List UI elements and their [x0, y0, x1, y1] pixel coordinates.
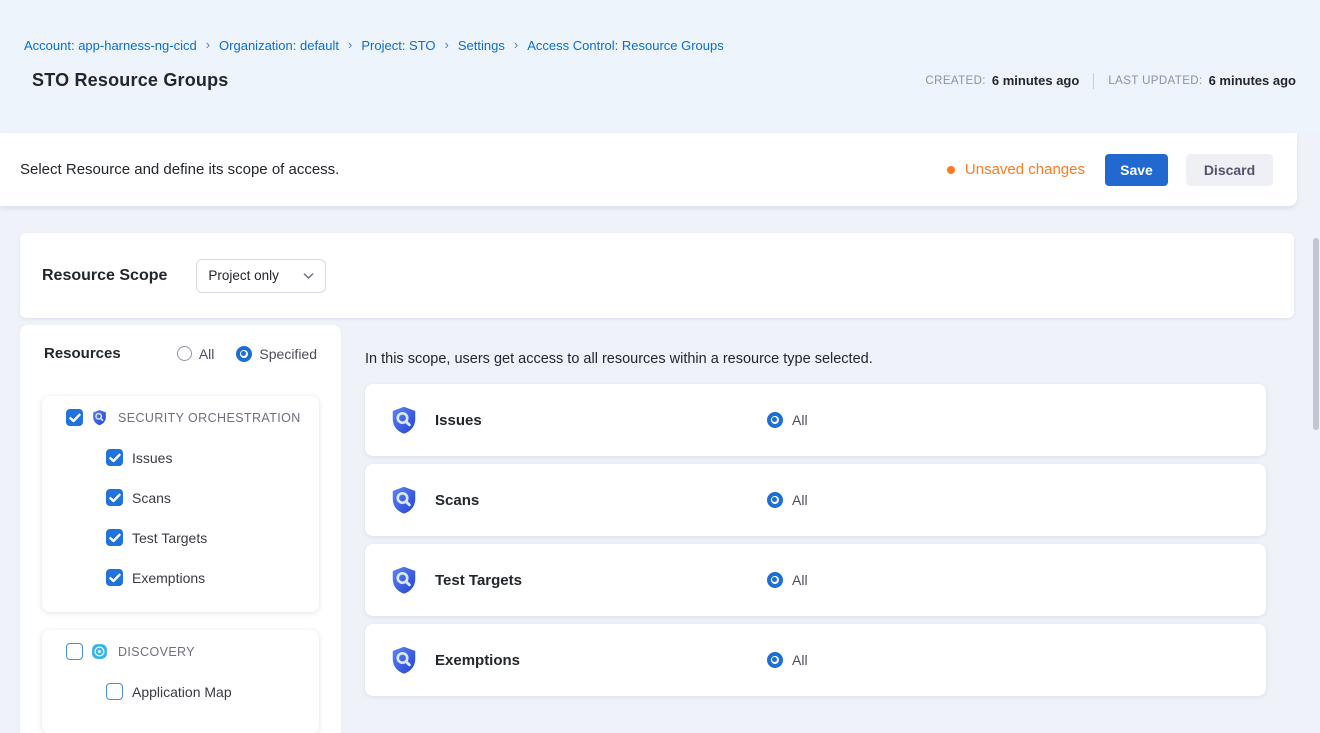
access-label: All	[792, 572, 808, 588]
chevron-down-icon	[303, 272, 314, 280]
sto-shield-icon	[389, 565, 419, 595]
access-radio-all[interactable]: All	[767, 652, 808, 668]
resource-item-exemptions: Exemptions	[42, 569, 319, 586]
radio-all-label: All	[199, 346, 215, 362]
breadcrumb-account-link[interactable]: Account: app-harness-ng-cicd	[24, 38, 197, 53]
security-orchestration-checkbox[interactable]	[66, 409, 83, 426]
chevron-right-icon: ›	[514, 38, 518, 51]
discard-button[interactable]: Discard	[1186, 154, 1273, 186]
timestamps: CREATED: 6 minutes ago LAST UPDATED: 6 m…	[925, 73, 1296, 89]
access-label: All	[792, 412, 808, 428]
resource-scope-label: Resource Scope	[42, 267, 167, 285]
resource-scope-card: Resource Scope Project only	[20, 233, 1294, 318]
scans-checkbox[interactable]	[106, 489, 123, 506]
access-label: All	[792, 492, 808, 508]
chevron-right-icon: ›	[445, 38, 449, 51]
radio-unselected-icon[interactable]	[177, 346, 192, 361]
chevron-right-icon: ›	[206, 38, 210, 51]
group-label: SECURITY ORCHESTRATION	[118, 411, 301, 425]
group-discovery: DISCOVERY Application Map	[42, 630, 319, 733]
unsaved-changes-label: Unsaved changes	[965, 161, 1085, 178]
resource-item-test-targets: Test Targets	[42, 529, 319, 546]
check-icon	[109, 453, 121, 463]
radio-selected-icon[interactable]	[767, 492, 783, 508]
sto-shield-icon	[389, 645, 419, 675]
breadcrumb: Account: app-harness-ng-cicd › Organizat…	[24, 0, 1296, 53]
breadcrumb-settings-link[interactable]: Settings	[458, 38, 505, 53]
toolbar-description: Select Resource and define its scope of …	[20, 161, 339, 178]
content-area: Resource Scope Project only Resources Al…	[0, 206, 1320, 733]
chevron-right-icon: ›	[348, 38, 352, 51]
exemptions-checkbox[interactable]	[106, 569, 123, 586]
discovery-checkbox[interactable]	[66, 643, 83, 660]
resource-item-application-map: Application Map	[42, 683, 319, 700]
item-label: Test Targets	[132, 530, 207, 546]
breadcrumb-organization-link[interactable]: Organization: default	[219, 38, 339, 53]
resource-item-issues: Issues	[42, 449, 319, 466]
scope-detail-area: In this scope, users get access to all r…	[365, 325, 1294, 696]
item-label: Issues	[132, 450, 172, 466]
resource-card-exemptions: Exemptions All	[365, 624, 1266, 696]
page-title: STO Resource Groups	[32, 70, 229, 91]
toolbar: Select Resource and define its scope of …	[0, 133, 1297, 206]
item-label: Scans	[132, 490, 171, 506]
card-title: Scans	[435, 492, 767, 509]
group-security-orchestration: SECURITY ORCHESTRATION Issues Scans	[42, 396, 319, 612]
page-header: Account: app-harness-ng-cicd › Organizat…	[0, 0, 1320, 133]
check-icon	[109, 573, 121, 583]
last-updated-value: 6 minutes ago	[1209, 73, 1296, 88]
card-title: Issues	[435, 412, 767, 429]
sto-shield-icon	[389, 405, 419, 435]
check-icon	[109, 533, 121, 543]
resources-title: Resources	[44, 345, 121, 362]
radio-specified-label: Specified	[259, 346, 317, 362]
access-radio-all[interactable]: All	[767, 412, 808, 428]
created-label: CREATED:	[925, 75, 986, 87]
discovery-icon	[91, 643, 108, 660]
access-label: All	[792, 652, 808, 668]
resources-radio-specified[interactable]: Specified	[236, 346, 317, 362]
check-icon	[69, 413, 81, 423]
resource-scope-selected-value: Project only	[208, 268, 279, 283]
access-radio-all[interactable]: All	[767, 572, 808, 588]
card-title: Exemptions	[435, 652, 767, 669]
resource-card-scans: Scans All	[365, 464, 1266, 536]
created-value: 6 minutes ago	[992, 73, 1079, 88]
resource-scope-select[interactable]: Project only	[196, 259, 326, 293]
card-title: Test Targets	[435, 572, 767, 589]
radio-selected-icon[interactable]	[767, 652, 783, 668]
item-label: Application Map	[132, 684, 232, 700]
scope-description: In this scope, users get access to all r…	[365, 352, 1294, 367]
breadcrumb-resource-groups-link[interactable]: Access Control: Resource Groups	[527, 38, 724, 53]
vertical-scrollbar[interactable]	[1313, 238, 1319, 430]
divider	[1093, 73, 1094, 89]
sto-shield-icon	[389, 485, 419, 515]
save-button[interactable]: Save	[1105, 154, 1168, 186]
resource-item-scans: Scans	[42, 489, 319, 506]
access-radio-all[interactable]: All	[767, 492, 808, 508]
test-targets-checkbox[interactable]	[106, 529, 123, 546]
group-label: DISCOVERY	[118, 645, 195, 659]
radio-selected-icon[interactable]	[236, 346, 252, 362]
resources-radio-all[interactable]: All	[177, 346, 215, 362]
resource-card-issues: Issues All	[365, 384, 1266, 456]
resource-card-test-targets: Test Targets All	[365, 544, 1266, 616]
radio-selected-icon[interactable]	[767, 412, 783, 428]
application-map-checkbox[interactable]	[106, 683, 123, 700]
issues-checkbox[interactable]	[106, 449, 123, 466]
resources-panel: Resources All Specified	[20, 325, 341, 733]
last-updated-label: LAST UPDATED:	[1108, 75, 1202, 87]
item-label: Exemptions	[132, 570, 205, 586]
sto-shield-icon	[91, 409, 108, 426]
breadcrumb-project-link[interactable]: Project: STO	[361, 38, 435, 53]
check-icon	[109, 493, 121, 503]
unsaved-changes-dot-icon	[947, 166, 955, 174]
radio-selected-icon[interactable]	[767, 572, 783, 588]
